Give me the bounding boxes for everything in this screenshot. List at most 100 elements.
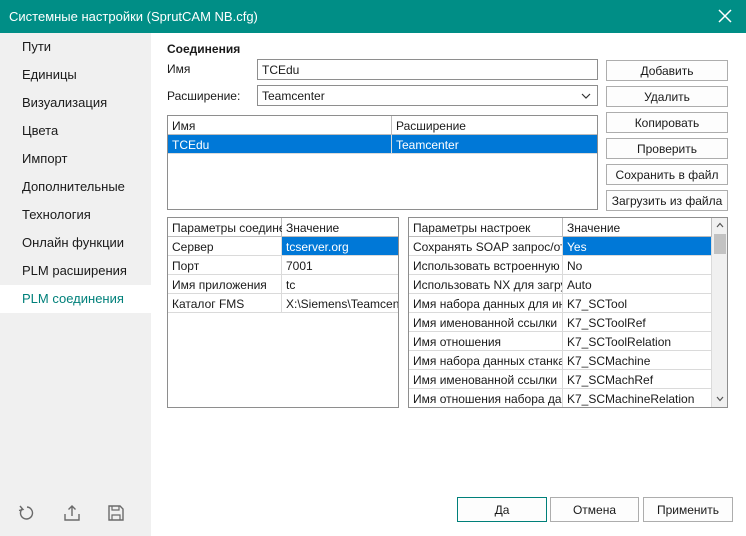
cell-text: X:\Siemens\Teamcenter bbox=[286, 297, 399, 311]
extension-select-value: Teamcenter bbox=[262, 89, 325, 103]
value-cell[interactable]: X:\Siemens\Teamcenter bbox=[282, 294, 399, 313]
close-button[interactable] bbox=[712, 4, 738, 28]
param-cell: Имя приложения bbox=[168, 275, 282, 294]
extension-label: Расширение: bbox=[167, 89, 241, 103]
cell-text: K7_SCTool bbox=[567, 297, 628, 311]
sidebar-item-additional[interactable]: Дополнительные bbox=[0, 173, 151, 201]
scrollbar-thumb[interactable] bbox=[714, 234, 726, 254]
vertical-scrollbar[interactable] bbox=[712, 218, 727, 407]
cell-text: Имя набора данных для инструмента bbox=[413, 297, 562, 311]
sidebar-item-technology[interactable]: Технология bbox=[0, 201, 151, 229]
cell-text: Сохранять SOAP запрос/ответ bbox=[413, 240, 562, 254]
export-button[interactable] bbox=[62, 503, 82, 523]
cell-text: K7_SCMachRef bbox=[567, 373, 654, 387]
value-cell[interactable]: K7_SCMachineRelation bbox=[563, 389, 712, 407]
sidebar-item-label: Пути bbox=[22, 39, 52, 54]
reset-icon bbox=[18, 505, 34, 520]
sidebar-item-colors[interactable]: Цвета bbox=[0, 117, 151, 145]
value-cell[interactable]: No bbox=[563, 256, 712, 275]
scroll-down-icon[interactable] bbox=[716, 396, 724, 402]
column-header-label: Расширение bbox=[396, 119, 466, 133]
column-header-name[interactable]: Имя bbox=[168, 116, 392, 135]
param-cell: Имя набора данных станка bbox=[409, 351, 563, 370]
cell-text: Yes bbox=[567, 240, 587, 254]
value-cell[interactable]: K7_SCTool bbox=[563, 294, 712, 313]
delete-button[interactable]: Удалить bbox=[606, 86, 728, 107]
close-icon bbox=[718, 9, 732, 23]
ok-button[interactable]: Да bbox=[457, 497, 547, 522]
sidebar-item-units[interactable]: Единицы bbox=[0, 61, 151, 89]
name-label: Имя bbox=[167, 62, 191, 76]
sidebar-item-online[interactable]: Онлайн функции bbox=[0, 229, 151, 257]
param-cell: Сервер bbox=[168, 237, 282, 256]
param-cell: Имя именованной ссылки bbox=[409, 313, 563, 332]
value-cell[interactable]: K7_SCMachine bbox=[563, 351, 712, 370]
add-button[interactable]: Добавить bbox=[606, 60, 728, 81]
cancel-button[interactable]: Отмена bbox=[550, 497, 639, 522]
sidebar-item-label: Технология bbox=[22, 207, 91, 222]
column-header-label: Имя bbox=[172, 119, 196, 133]
apply-button[interactable]: Применить bbox=[643, 497, 733, 522]
cell-text: Teamcenter bbox=[396, 138, 459, 152]
param-cell: Каталог FMS bbox=[168, 294, 282, 313]
chevron-down-icon bbox=[581, 93, 591, 99]
sidebar-item-label: Визуализация bbox=[22, 95, 108, 110]
cell-text: K7_SCToolRef bbox=[567, 316, 646, 330]
extension-select[interactable]: Teamcenter bbox=[257, 85, 598, 106]
param-cell: Имя отношения набора данных bbox=[409, 389, 563, 407]
cell-text: No bbox=[567, 259, 583, 273]
value-cell[interactable]: K7_SCToolRelation bbox=[563, 332, 712, 351]
save-to-file-button[interactable]: Сохранить в файл bbox=[606, 164, 728, 185]
sidebar-item-visualization[interactable]: Визуализация bbox=[0, 89, 151, 117]
cell-text: tcserver.org bbox=[286, 240, 349, 254]
load-from-file-button[interactable]: Загрузить из файла bbox=[606, 190, 728, 211]
column-header-value[interactable]: Значение bbox=[563, 218, 712, 237]
column-header-param[interactable]: Параметры настроек bbox=[409, 218, 563, 237]
cell-text: Имя именованной ссылки bbox=[413, 373, 558, 387]
sidebar-item-label: Единицы bbox=[22, 67, 77, 82]
name-input[interactable]: TCEdu bbox=[257, 59, 598, 80]
sidebar-item-paths[interactable]: Пути bbox=[0, 33, 151, 61]
cell-text: 7001 bbox=[286, 259, 313, 273]
param-cell: Имя набора данных для инструмента bbox=[409, 294, 563, 313]
sidebar-item-label: Дополнительные bbox=[22, 179, 125, 194]
value-cell[interactable]: K7_SCToolRef bbox=[563, 313, 712, 332]
scroll-up-icon[interactable] bbox=[716, 222, 724, 228]
sidebar-item-label: PLM расширения bbox=[22, 263, 127, 278]
cell-text: K7_SCMachineRelation bbox=[567, 392, 695, 406]
value-cell[interactable]: K7_SCMachRef bbox=[563, 370, 712, 389]
cell-text: Использовать встроенную bbox=[413, 259, 560, 273]
column-header-label: Значение bbox=[567, 221, 621, 235]
table-cell[interactable]: Teamcenter bbox=[392, 135, 597, 154]
reset-button[interactable] bbox=[17, 503, 37, 523]
param-cell: Использовать встроенную bbox=[409, 256, 563, 275]
cell-text: Имя приложения bbox=[172, 278, 267, 292]
value-cell[interactable]: Yes bbox=[563, 237, 712, 256]
check-button[interactable]: Проверить bbox=[606, 138, 728, 159]
column-header-label: Значение bbox=[286, 221, 340, 235]
cell-text: Имя отношения bbox=[413, 335, 502, 349]
column-header-value[interactable]: Значение bbox=[282, 218, 398, 237]
export-icon bbox=[64, 505, 80, 521]
sidebar-item-import[interactable]: Импорт bbox=[0, 145, 151, 173]
sidebar-item-label: PLM соединения bbox=[22, 291, 124, 306]
column-header-extension[interactable]: Расширение bbox=[392, 116, 597, 135]
value-cell[interactable]: 7001 bbox=[282, 256, 398, 275]
sidebar-item-label: Цвета bbox=[22, 123, 59, 138]
cell-text: tc bbox=[286, 278, 296, 292]
value-cell[interactable]: Auto bbox=[563, 275, 712, 294]
cell-text: Имя набора данных станка bbox=[413, 354, 563, 368]
cell-text: Использовать NX для загрузки bbox=[413, 278, 562, 292]
column-header-param[interactable]: Параметры соединения bbox=[168, 218, 305, 237]
sidebar-item-plm-connections[interactable]: PLM соединения bbox=[0, 285, 151, 313]
value-cell[interactable]: tcserver.org bbox=[282, 237, 398, 256]
param-cell: Использовать NX для загрузки bbox=[409, 275, 563, 294]
cell-text: Имя отношения набора данных bbox=[413, 392, 562, 406]
table-cell[interactable]: TCEdu bbox=[168, 135, 392, 154]
sidebar-item-plm-extensions[interactable]: PLM расширения bbox=[0, 257, 151, 285]
save-button[interactable] bbox=[106, 503, 126, 523]
value-cell[interactable]: tc bbox=[282, 275, 398, 294]
column-header-label: Параметры настроек bbox=[413, 221, 531, 235]
param-cell: Сохранять SOAP запрос/ответ bbox=[409, 237, 563, 256]
copy-button[interactable]: Копировать bbox=[606, 112, 728, 133]
